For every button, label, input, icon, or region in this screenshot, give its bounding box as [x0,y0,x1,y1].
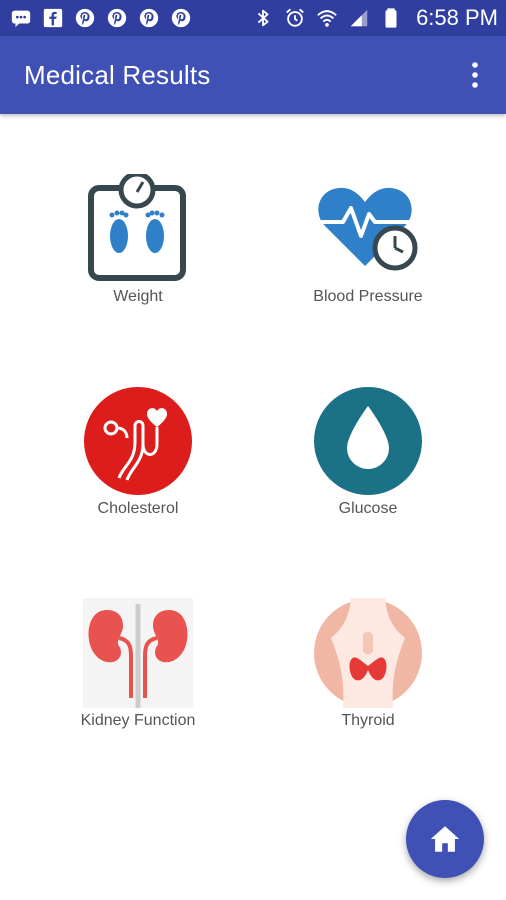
message-icon [10,7,32,29]
pinterest-icon [106,7,128,29]
alarm-icon [284,7,306,29]
tile-blood-pressure[interactable]: Blood Pressure [268,174,468,334]
wifi-icon [316,7,338,29]
bluetooth-icon [252,7,274,29]
status-time: 6:58 PM [416,5,498,30]
more-vertical-icon [472,62,478,88]
results-grid: Weight Blood Pressure Cholesterol Glucos… [0,114,506,900]
tile-cholesterol[interactable]: Cholesterol [38,386,238,546]
notification-icons [10,7,192,29]
home-icon [430,826,460,852]
tile-glucose[interactable]: Glucose [268,386,468,546]
heart-pressure-icon [313,174,423,284]
stethoscope-heart-icon [83,386,193,496]
tile-label: Cholesterol [97,500,179,517]
tile-label: Blood Pressure [313,288,423,305]
page-title: Medical Results [24,59,211,90]
scale-icon [83,174,193,284]
signal-icon [348,7,370,29]
tile-label: Thyroid [341,712,395,729]
tile-thyroid[interactable]: Thyroid [268,598,468,758]
battery-icon [380,7,402,29]
facebook-icon [42,7,64,29]
drop-icon [313,386,423,496]
pinterest-icon [138,7,160,29]
pinterest-icon [170,7,192,29]
system-icons: 6:58 PM [252,5,498,31]
tile-label: Glucose [338,500,398,517]
tile-kidney-function[interactable]: Kidney Function [38,598,238,758]
kidneys-icon [83,598,193,708]
home-fab-button[interactable] [406,800,484,878]
pinterest-icon [74,7,96,29]
tile-label: Weight [113,288,163,305]
overflow-menu-button[interactable] [460,55,490,95]
app-bar: Medical Results [0,36,506,114]
tile-label: Kidney Function [80,712,196,729]
tile-weight[interactable]: Weight [38,174,238,334]
status-bar: 6:58 PM [0,0,506,36]
thyroid-icon [313,598,423,708]
